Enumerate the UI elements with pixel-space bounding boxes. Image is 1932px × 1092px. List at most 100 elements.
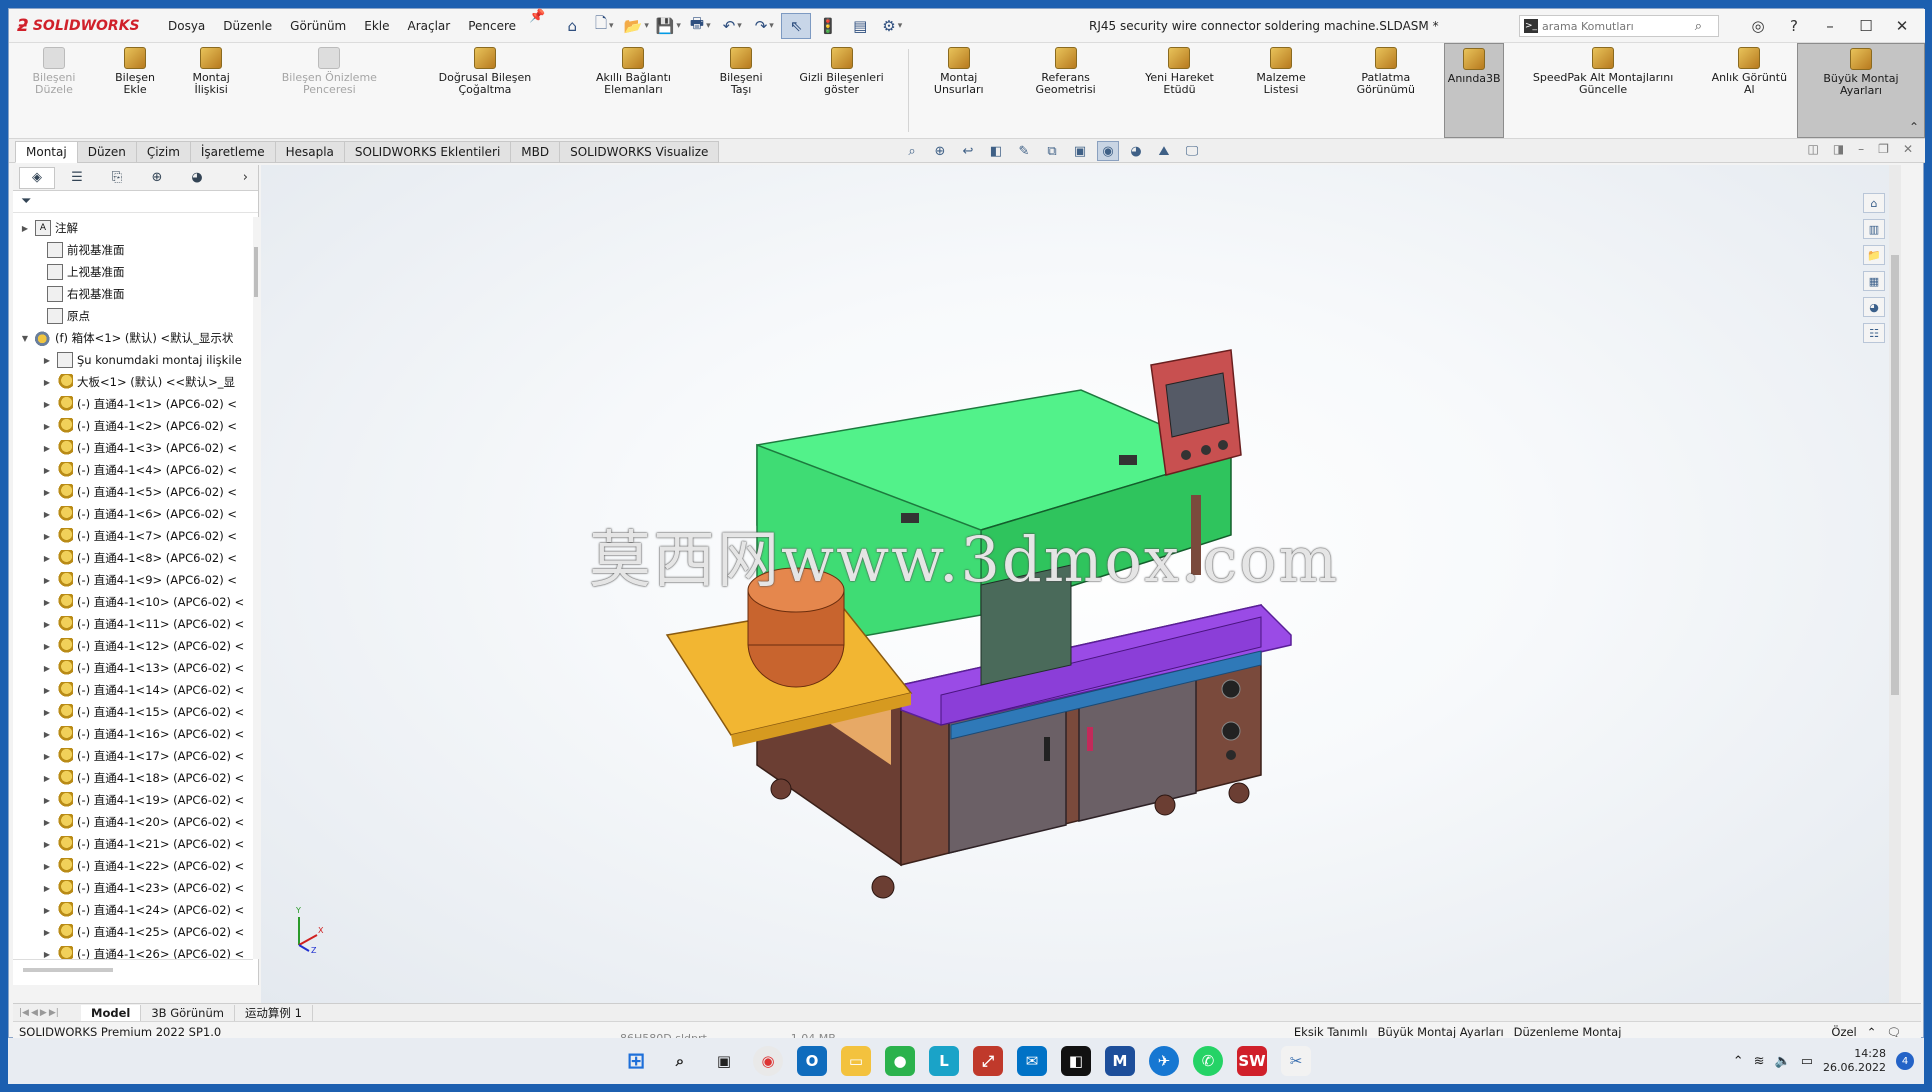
expand-arrow-icon[interactable]: ▶: [41, 840, 53, 849]
section-view-icon[interactable]: ◧: [985, 141, 1007, 161]
chart-app-icon[interactable]: ⤢: [973, 1046, 1003, 1076]
tab-navigation-arrows[interactable]: |◀ ◀ ▶ ▶|: [13, 1008, 81, 1018]
undo-icon[interactable]: ↶: [717, 13, 747, 39]
expand-arrow-icon[interactable]: ▶: [41, 950, 53, 959]
graphics-area[interactable]: 莫西网www.3dmox.com ⌂ ▥ 📁 ▦ ◕ ☷ Y X Z: [261, 165, 1901, 1005]
tree-item[interactable]: ▶ (-) 直通4-1<22> (APC6-02) <: [13, 855, 253, 877]
outlook-icon[interactable]: O: [797, 1046, 827, 1076]
expand-arrow-icon[interactable]: ▶: [41, 730, 53, 739]
expand-arrow-icon[interactable]: ▶: [41, 356, 53, 365]
feishu-icon[interactable]: ✈: [1149, 1046, 1179, 1076]
edit-component-button[interactable]: Bileşeni Düzele: [9, 43, 99, 138]
menu-tools[interactable]: Araçlar: [399, 9, 460, 43]
tree-scrollbar-thumb[interactable]: [254, 247, 258, 297]
windows-start-icon[interactable]: ⊞: [621, 1046, 651, 1076]
tile-right-icon[interactable]: ◨: [1833, 142, 1844, 156]
apply-scene-icon[interactable]: ⛰: [1153, 141, 1175, 161]
smart-fasteners-button[interactable]: Akıllı Bağlantı Elemanları: [562, 43, 705, 138]
help-icon[interactable]: ?: [1783, 17, 1805, 35]
doc-restore-icon[interactable]: ❐: [1878, 142, 1889, 156]
tree-item[interactable]: 上视基准面: [13, 261, 253, 283]
custom-properties-icon[interactable]: ☷: [1863, 323, 1885, 343]
take-snapshot-button[interactable]: Anlık Görüntü Al: [1702, 43, 1797, 138]
tab-assembly[interactable]: Montaj: [15, 141, 78, 163]
linear-pattern-button[interactable]: Doğrusal Bileşen Çoğaltma: [408, 43, 562, 138]
expand-arrow-icon[interactable]: ▶: [41, 928, 53, 937]
notification-badge[interactable]: 4: [1896, 1052, 1914, 1070]
propertymanager-tab-icon[interactable]: ☰: [59, 167, 95, 189]
expand-arrow-icon[interactable]: ▶: [19, 224, 31, 233]
tab-markup[interactable]: İşaretleme: [189, 141, 276, 163]
exploded-view-button[interactable]: Patlatma Görünümü: [1328, 43, 1444, 138]
configurationmanager-tab-icon[interactable]: ⎘: [99, 167, 135, 189]
expand-arrow-icon[interactable]: ▶: [41, 378, 53, 387]
tree-item[interactable]: ▶ (-) 直通4-1<18> (APC6-02) <: [13, 767, 253, 789]
save-icon[interactable]: 💾: [653, 13, 683, 39]
tree-item[interactable]: ▶ (-) 直通4-1<2> (APC6-02) <: [13, 415, 253, 437]
viewport-scrollbar[interactable]: [1889, 165, 1901, 1005]
l-app-icon[interactable]: L: [929, 1046, 959, 1076]
snip-tool-icon[interactable]: ✂: [1281, 1046, 1311, 1076]
hide-show-items-icon[interactable]: ◉: [1097, 141, 1119, 161]
tree-item[interactable]: ▶ (-) 直通4-1<7> (APC6-02) <: [13, 525, 253, 547]
system-clock[interactable]: 14:28 26.06.2022: [1823, 1047, 1886, 1075]
update-speedpak-button[interactable]: SpeedPak Alt Montajlarını Güncelle: [1504, 43, 1701, 138]
dolby-icon[interactable]: ◧: [1061, 1046, 1091, 1076]
last-tab-icon[interactable]: ▶|: [49, 1008, 59, 1018]
tab-layout[interactable]: Düzen: [76, 141, 137, 163]
collapse-ribbon-icon[interactable]: ⌃: [1909, 120, 1919, 134]
tree-item[interactable]: ▶ (-) 直通4-1<26> (APC6-02) <: [13, 943, 253, 959]
chrome-icon[interactable]: ◉: [753, 1046, 783, 1076]
expand-arrow-icon[interactable]: ▶: [41, 422, 53, 431]
tree-item[interactable]: ▶ (-) 直通4-1<5> (APC6-02) <: [13, 481, 253, 503]
tab-model[interactable]: Model: [81, 1004, 142, 1021]
tree-item[interactable]: ▶ (-) 直通4-1<21> (APC6-02) <: [13, 833, 253, 855]
search-icon[interactable]: ⌕: [665, 1046, 695, 1076]
file-explorer-icon[interactable]: 📁: [1863, 245, 1885, 265]
tree-item[interactable]: ▼ (f) 箱体<1> (默认) <默认_显示状: [13, 327, 253, 349]
design-library-icon[interactable]: ▥: [1863, 219, 1885, 239]
tree-item[interactable]: ▶ (-) 直通4-1<8> (APC6-02) <: [13, 547, 253, 569]
expand-arrow-icon[interactable]: ▶: [41, 664, 53, 673]
pin-icon[interactable]: 📌: [529, 9, 545, 43]
command-search-input[interactable]: >_ arama Komutları ⌕: [1519, 15, 1719, 37]
solidworks-logo[interactable]: ƻ SOLIDWORKS: [9, 16, 159, 36]
tree-item[interactable]: ▶ (-) 直通4-1<6> (APC6-02) <: [13, 503, 253, 525]
previous-view-icon[interactable]: ↩: [957, 141, 979, 161]
expand-arrow-icon[interactable]: ▶: [41, 444, 53, 453]
minimize-icon[interactable]: –: [1819, 17, 1841, 35]
zoom-to-area-icon[interactable]: ⊕: [929, 141, 951, 161]
menu-file[interactable]: Dosya: [159, 9, 214, 43]
prev-tab-icon[interactable]: ◀: [31, 1008, 38, 1018]
dimxpert-tab-icon[interactable]: ⊕: [139, 167, 175, 189]
tree-item[interactable]: ▶ (-) 直通4-1<16> (APC6-02) <: [13, 723, 253, 745]
tree-item[interactable]: ▶ Şu konumdaki montaj ilişkile: [13, 349, 253, 371]
tab-3d-views[interactable]: 3B Görünüm: [141, 1004, 235, 1021]
expand-arrow-icon[interactable]: ▶: [41, 554, 53, 563]
options-gear-icon[interactable]: ⚙: [877, 13, 907, 39]
task-view-icon[interactable]: ▣: [709, 1046, 739, 1076]
menu-view[interactable]: Görünüm: [281, 9, 355, 43]
view-palette-icon[interactable]: ▦: [1863, 271, 1885, 291]
tree-item[interactable]: ▶ (-) 直通4-1<24> (APC6-02) <: [13, 899, 253, 921]
wifi-icon[interactable]: ≋: [1754, 1054, 1765, 1069]
whatsapp-icon[interactable]: ✆: [1193, 1046, 1223, 1076]
file-properties-icon[interactable]: ▤: [845, 13, 875, 39]
tree-item[interactable]: ▶ (-) 直通4-1<13> (APC6-02) <: [13, 657, 253, 679]
expand-arrow-icon[interactable]: ▶: [41, 906, 53, 915]
expand-arrow-icon[interactable]: ▶: [41, 884, 53, 893]
doc-close-icon[interactable]: ✕: [1903, 142, 1913, 156]
insert-component-button[interactable]: Bileşen Ekle: [99, 43, 171, 138]
reference-geometry-button[interactable]: Referans Geometrisi: [1007, 43, 1125, 138]
tree-item[interactable]: 前视基准面: [13, 239, 253, 261]
zoom-to-fit-icon[interactable]: ⌕: [901, 141, 923, 161]
rebuild-icon[interactable]: 🚦: [813, 13, 843, 39]
tree-item[interactable]: ▶ 大板<1> (默认) <<默认>_显: [13, 371, 253, 393]
expand-arrow-icon[interactable]: ▶: [41, 488, 53, 497]
expand-arrow-icon[interactable]: ▶: [41, 642, 53, 651]
show-hidden-icons-chevron-icon[interactable]: ⌃: [1733, 1054, 1744, 1069]
tree-horizontal-thumb[interactable]: [23, 968, 113, 972]
expand-arrow-icon[interactable]: ▶: [41, 708, 53, 717]
expand-arrow-icon[interactable]: ▶: [41, 818, 53, 827]
tree-item[interactable]: ▶ (-) 直通4-1<19> (APC6-02) <: [13, 789, 253, 811]
